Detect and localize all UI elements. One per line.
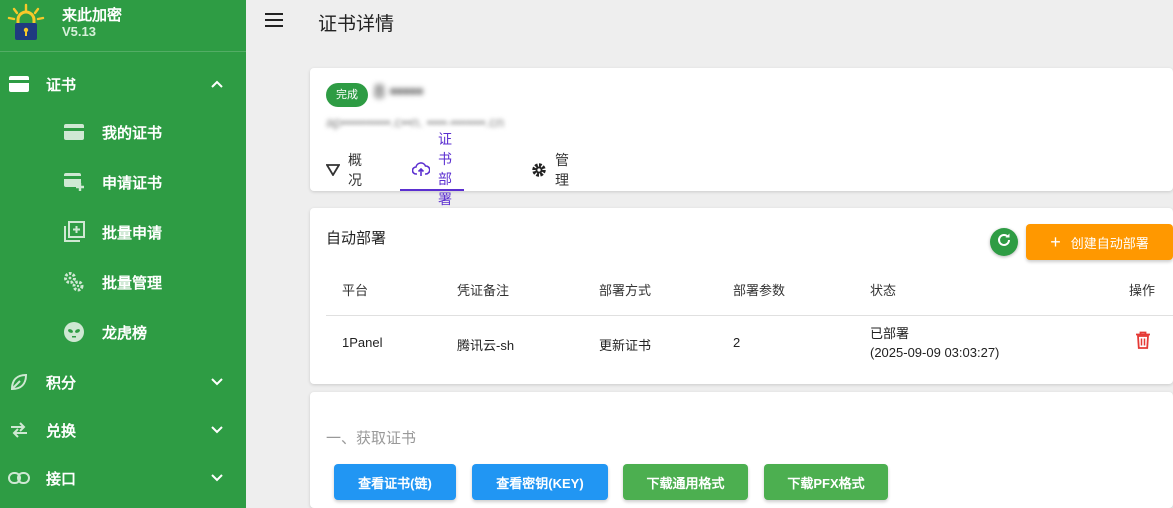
column-header-method: 部署方式 (599, 283, 652, 298)
column-header-credential: 凭证备注 (457, 283, 510, 298)
step-title: 一、获取证书 (326, 430, 417, 447)
certificate-header-card: 完成 8 ••••• ap••••••••••.c••n. ••••-•••••… (310, 68, 1173, 207)
column-header-params: 部署参数 (733, 283, 786, 298)
leaf-icon (8, 371, 30, 393)
cogs-icon (63, 271, 85, 293)
chevron-down-icon (210, 423, 224, 437)
gear-icon (531, 161, 547, 179)
column-header-actions: 操作 (1129, 283, 1156, 298)
certificate-card-icon (63, 121, 85, 143)
download-standard-format-button[interactable]: 下载通用格式 (623, 464, 748, 500)
tab-manage[interactable]: 管理 (531, 148, 571, 191)
view-certificate-chain-button[interactable]: 查看证书(链) (334, 464, 456, 500)
chevron-down-icon (210, 375, 224, 389)
sidebar-item-batch-apply[interactable]: 批量申请 (0, 207, 246, 257)
download-pfx-format-button[interactable]: 下载PFX格式 (764, 464, 888, 500)
chevron-up-icon (210, 77, 224, 91)
card-icon (8, 73, 30, 95)
refresh-icon (996, 232, 1012, 253)
app-version: V5.13 (62, 24, 96, 39)
auto-deploy-title: 自动部署 (326, 230, 387, 247)
refresh-button[interactable] (990, 228, 1018, 256)
sidebar: 来此加密 V5.13 证书 我的证书 申请证书 批量申请 批量管理 龙虎榜 积分… (0, 0, 246, 508)
brand: 来此加密 V5.13 (0, 0, 246, 52)
certificate-domain: ap••••••••••.c••n. ••••-•••••••.cn (326, 114, 505, 130)
auto-deploy-card: 自动部署 + 创建自动部署 平台 凭证备注 部署方式 部署参数 状态 操作 1P… (310, 208, 1173, 384)
alien-icon (63, 321, 85, 343)
page-title: 证书详情 (318, 14, 395, 35)
cell-status-time: (2025-09-09 03:03:27) (870, 345, 1000, 360)
cell-credential: 腾讯云-sh (457, 338, 515, 353)
swap-icon (8, 419, 30, 441)
cell-platform: 1Panel (342, 335, 383, 350)
card-add-icon (63, 171, 85, 193)
plus-icon: + (1050, 232, 1061, 252)
sidebar-item-apply-certificate[interactable]: 申请证书 (0, 157, 246, 207)
filter-triangle-icon (326, 161, 340, 179)
sidebar-item-leaderboard[interactable]: 龙虎榜 (0, 307, 246, 357)
delete-button[interactable] (1132, 331, 1154, 353)
sidebar-item-batch-manage[interactable]: 批量管理 (0, 257, 246, 307)
trash-icon (1135, 331, 1151, 354)
link-icon (8, 467, 30, 489)
chevron-down-icon (210, 471, 224, 485)
sidebar-section-points[interactable]: 积分 (0, 358, 246, 406)
column-header-platform: 平台 (342, 283, 369, 298)
app-name: 来此加密 (62, 7, 123, 24)
lock-sun-logo-icon (6, 2, 46, 42)
column-header-status: 状态 (870, 283, 897, 298)
status-badge: 完成 (326, 83, 368, 107)
cell-status: 已部署 (870, 326, 910, 341)
tab-overview[interactable]: 概况 (326, 148, 366, 191)
fetch-certificate-card: 一、获取证书 查看证书(链) 查看密钥(KEY) 下载通用格式 下载PFX格式 (310, 392, 1173, 508)
certificate-name: 8 ••••• (374, 82, 424, 103)
tab-deploy[interactable]: 证书部署 (400, 131, 464, 207)
view-key-button[interactable]: 查看密钥(KEY) (472, 464, 608, 500)
cell-method: 更新证书 (599, 338, 652, 353)
table-divider (326, 315, 1173, 316)
batch-copy-icon (63, 221, 85, 243)
sidebar-section-exchange[interactable]: 兑换 (0, 406, 246, 454)
hamburger-menu-icon[interactable] (262, 8, 286, 32)
cell-params: 2 (733, 335, 741, 350)
sidebar-section-api[interactable]: 接口 (0, 454, 246, 502)
sidebar-section-certificates[interactable]: 证书 (0, 60, 246, 108)
sidebar-item-my-certificates[interactable]: 我的证书 (0, 107, 246, 157)
create-auto-deploy-button[interactable]: + 创建自动部署 (1026, 224, 1173, 260)
cloud-upload-icon (412, 160, 430, 178)
